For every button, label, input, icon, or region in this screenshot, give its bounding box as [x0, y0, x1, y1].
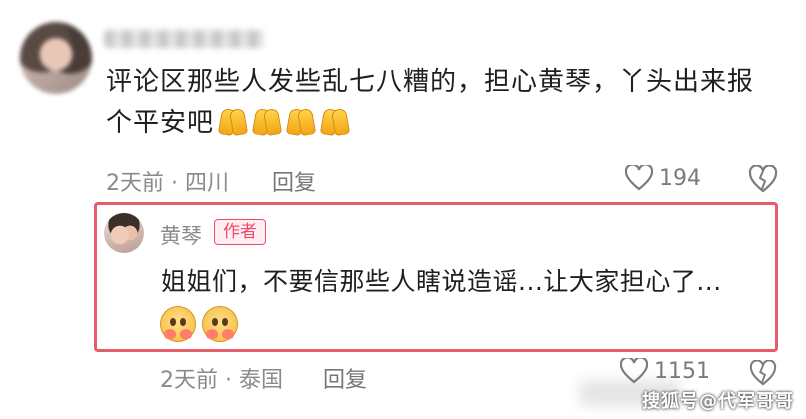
reply-like-count: 1151: [654, 358, 710, 384]
broken-heart-icon[interactable]: [748, 164, 778, 193]
hearts-face-emoji: [160, 306, 196, 342]
reply-reply-button[interactable]: 回复: [323, 362, 367, 394]
comment-line-1: 评论区那些人发些乱七八糟的，担心黄琴，丫头出来报: [106, 67, 755, 97]
broken-heart-icon[interactable]: [748, 359, 778, 386]
author-badge: 作者: [214, 219, 266, 245]
reply-like-button[interactable]: 1151: [619, 356, 710, 384]
comment-reply-button[interactable]: 回复: [272, 165, 316, 197]
comment-line-2-text: 个平安吧: [106, 108, 215, 138]
commenter-avatar[interactable]: [20, 22, 92, 94]
author-avatar[interactable]: [104, 213, 144, 253]
pray-emoji: [218, 109, 248, 135]
pray-emoji: [252, 109, 282, 135]
reply-time-location: 2天前 · 泰国: [160, 368, 283, 393]
watermark-text: 搜狐号@代军哥哥: [642, 391, 794, 412]
pray-emoji: [286, 109, 316, 135]
comment-line-2: 个平安吧: [106, 103, 786, 144]
author-reply-text: 姐姐们，不要信那些人瞎说造谣...让大家担心了...: [161, 267, 722, 296]
comment-body: 评论区那些人发些乱七八糟的，担心黄琴，丫头出来报 个平安吧: [106, 62, 786, 144]
comment-like-count: 194: [659, 165, 701, 191]
pray-emoji: [320, 109, 350, 135]
hearts-face-emoji: [202, 306, 238, 342]
heart-icon: [619, 356, 649, 384]
heart-icon: [624, 163, 654, 191]
author-username[interactable]: 黄琴: [160, 220, 202, 250]
commenter-username-blurred[interactable]: [104, 30, 264, 48]
comment-like-button[interactable]: 194: [624, 163, 701, 191]
comment-time-location: 2天前 · 四川: [106, 171, 229, 196]
